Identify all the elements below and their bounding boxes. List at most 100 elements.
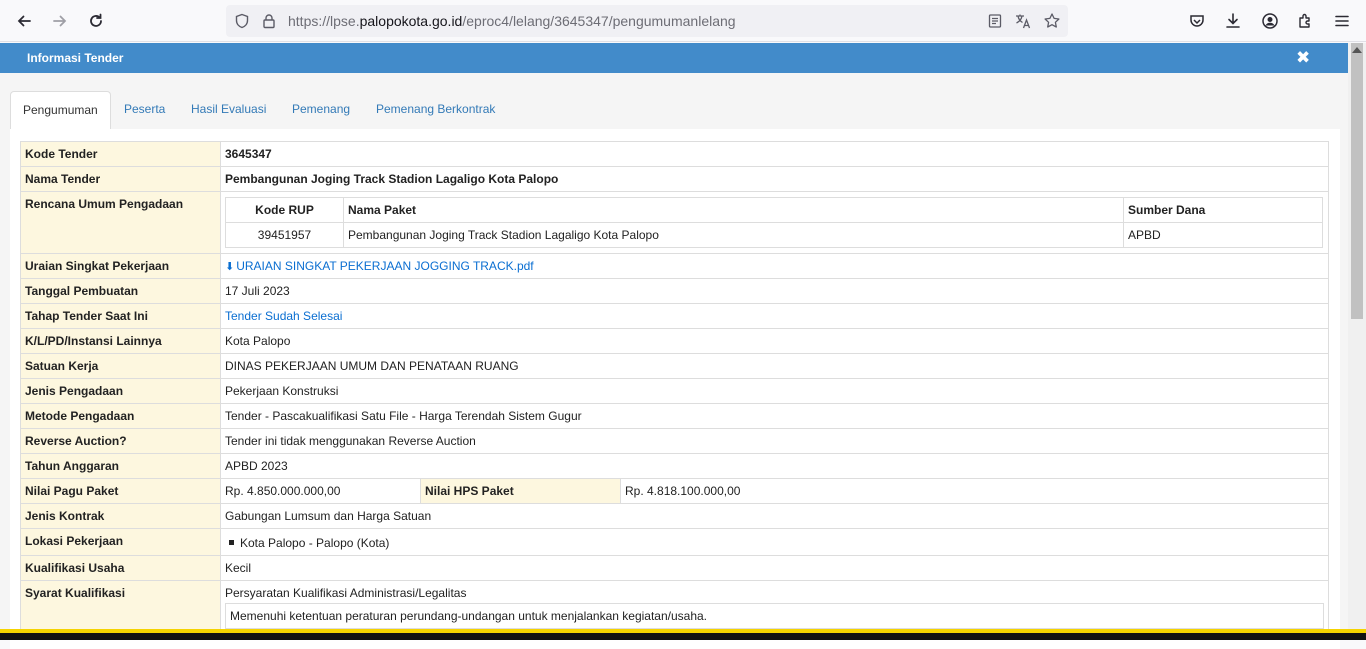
- table-row: Metode Pengadaan Tender - Pascakualifika…: [20, 403, 1329, 429]
- rup-label: Rencana Umum Pengadaan: [20, 191, 221, 254]
- scroll-up-arrow-icon[interactable]: [1352, 47, 1362, 53]
- table-row: Tahun Anggaran APBD 2023: [20, 453, 1329, 479]
- kode-tender-value: 3645347: [220, 141, 1329, 167]
- account-icon[interactable]: [1256, 7, 1284, 35]
- pocket-icon[interactable]: [1183, 7, 1211, 35]
- bottom-bar: [0, 629, 1366, 640]
- nama-tender-label: Nama Tender: [20, 166, 221, 192]
- table-row: Syarat Kualifikasi Persyaratan Kualifika…: [20, 580, 1329, 635]
- tab-pemenang[interactable]: Pemenang: [280, 91, 362, 130]
- reader-view-icon[interactable]: [984, 10, 1006, 32]
- table-row: Kualifikasi Usaha Kecil: [20, 555, 1329, 581]
- satker-label: Satuan Kerja: [20, 353, 221, 379]
- forward-arrow-icon[interactable]: [46, 7, 74, 35]
- tanggal-label: Tanggal Pembuatan: [20, 278, 221, 304]
- table-row: Satuan Kerja DINAS PEKERJAAN UMUM DAN PE…: [20, 353, 1329, 379]
- rup-cell: Kode RUP Nama Paket Sumber Dana 39451957…: [220, 191, 1329, 254]
- download-icon: ⬇: [225, 260, 235, 273]
- uraian-cell: ⬇ URAIAN SINGKAT PEKERJAAN JOGGING TRACK.…: [220, 253, 1329, 279]
- rup-sumber-value: APBD: [1123, 222, 1323, 248]
- table-row: Kode Tender 3645347: [20, 141, 1329, 167]
- downloads-icon[interactable]: [1219, 7, 1247, 35]
- nama-tender-value: Pembangunan Joging Track Stadion Lagalig…: [220, 166, 1329, 192]
- table-row: K/L/PD/Instansi Lainnya Kota Palopo: [20, 328, 1329, 354]
- tab-pemenang-berkontrak[interactable]: Pemenang Berkontrak: [364, 91, 507, 130]
- table-row: Jenis Kontrak Gabungan Lumsum dan Harga …: [20, 503, 1329, 529]
- modal-title: Informasi Tender: [27, 51, 124, 65]
- tab-pengumuman[interactable]: Pengumuman: [10, 91, 111, 130]
- syarat-heading: Persyaratan Kualifikasi Administrasi/Leg…: [225, 586, 467, 600]
- rup-nama-value: Pembangunan Joging Track Stadion Lagalig…: [343, 222, 1124, 248]
- table-row: Uraian Singkat Pekerjaan ⬇ URAIAN SINGKAT…: [20, 253, 1329, 279]
- table-row: Tanggal Pembuatan 17 Juli 2023: [20, 278, 1329, 304]
- lock-icon[interactable]: [258, 10, 280, 32]
- hps-value: Rp. 4.818.100.000,00: [620, 478, 1329, 504]
- syarat-cell: Persyaratan Kualifikasi Administrasi/Leg…: [220, 580, 1329, 635]
- syarat-item: Memenuhi ketentuan peraturan perundang-u…: [225, 603, 1324, 629]
- url-bar[interactable]: https://lpse.palopokota.go.id/eproc4/lel…: [226, 5, 1068, 37]
- url-text[interactable]: https://lpse.palopokota.go.id/eproc4/lel…: [288, 13, 736, 29]
- table-row: Rencana Umum Pengadaan Kode RUP Nama Pak…: [20, 191, 1329, 254]
- reverse-value: Tender ini tidak menggunakan Reverse Auc…: [220, 428, 1329, 454]
- tender-info-table: Kode Tender 3645347 Nama Tender Pembangu…: [20, 141, 1329, 635]
- jenis-pengadaan-label: Jenis Pengadaan: [20, 378, 221, 404]
- scrollbar[interactable]: [1348, 43, 1366, 633]
- reverse-label: Reverse Auction?: [20, 428, 221, 454]
- tahun-label: Tahun Anggaran: [20, 453, 221, 479]
- pagu-value: Rp. 4.850.000.000,00: [220, 478, 421, 504]
- kualifikasi-value: Kecil: [220, 555, 1329, 581]
- table-row: Nilai Pagu Paket Rp. 4.850.000.000,00 Ni…: [20, 478, 1329, 504]
- rup-header-nama: Nama Paket: [343, 197, 1124, 223]
- tahun-value: APBD 2023: [220, 453, 1329, 479]
- rup-header-sumber: Sumber Dana: [1123, 197, 1323, 223]
- pagu-label: Nilai Pagu Paket: [20, 478, 221, 504]
- klpd-value: Kota Palopo: [220, 328, 1329, 354]
- tahap-label: Tahap Tender Saat Ini: [20, 303, 221, 329]
- metode-value: Tender - Pascakualifikasi Satu File - Ha…: [220, 403, 1329, 429]
- kode-tender-label: Kode Tender: [20, 141, 221, 167]
- table-row: Nama Tender Pembangunan Joging Track Sta…: [20, 166, 1329, 192]
- jenis-pengadaan-value: Pekerjaan Konstruksi: [220, 378, 1329, 404]
- close-icon[interactable]: ✖: [1296, 48, 1310, 68]
- bookmark-star-icon[interactable]: [1041, 10, 1063, 32]
- translate-icon[interactable]: [1012, 10, 1034, 32]
- menu-icon[interactable]: [1328, 7, 1356, 35]
- lokasi-value: Kota Palopo - Palopo (Kota): [240, 536, 390, 550]
- kualifikasi-label: Kualifikasi Usaha: [20, 555, 221, 581]
- tab-hasil-evaluasi[interactable]: Hasil Evaluasi: [179, 91, 278, 130]
- metode-label: Metode Pengadaan: [20, 403, 221, 429]
- uraian-download-link[interactable]: ⬇ URAIAN SINGKAT PEKERJAAN JOGGING TRACK.…: [225, 259, 534, 273]
- table-row: Kode RUP Nama Paket Sumber Dana: [225, 197, 1323, 223]
- kontrak-value: Gabungan Lumsum dan Harga Satuan: [220, 503, 1329, 529]
- browser-toolbar: https://lpse.palopokota.go.id/eproc4/lel…: [0, 0, 1366, 42]
- tab-peserta[interactable]: Peserta: [112, 91, 177, 130]
- table-row: Reverse Auction? Tender ini tidak menggu…: [20, 428, 1329, 454]
- bullet-icon: [229, 540, 234, 546]
- tahap-link[interactable]: Tender Sudah Selesai: [225, 309, 342, 323]
- klpd-label: K/L/PD/Instansi Lainnya: [20, 328, 221, 354]
- lokasi-label: Lokasi Pekerjaan: [20, 528, 221, 556]
- satker-value: DINAS PEKERJAAN UMUM DAN PENATAAN RUANG: [220, 353, 1329, 379]
- shield-icon[interactable]: [231, 10, 253, 32]
- tahap-cell: Tender Sudah Selesai: [220, 303, 1329, 329]
- syarat-label: Syarat Kualifikasi: [20, 580, 221, 635]
- extensions-icon[interactable]: [1292, 7, 1320, 35]
- tab-content: Kode Tender 3645347 Nama Tender Pembangu…: [10, 129, 1340, 649]
- table-row: 39451957 Pembangunan Joging Track Stadio…: [225, 222, 1323, 248]
- table-row: Lokasi Pekerjaan Kota Palopo - Palopo (K…: [20, 528, 1329, 556]
- modal-body: Pengumuman Peserta Hasil Evaluasi Pemena…: [0, 73, 1348, 649]
- table-row: Tahap Tender Saat Ini Tender Sudah Seles…: [20, 303, 1329, 329]
- back-arrow-icon[interactable]: [10, 7, 38, 35]
- rup-header-kode: Kode RUP: [225, 197, 344, 223]
- rup-table: Kode RUP Nama Paket Sumber Dana 39451957…: [225, 197, 1323, 248]
- rup-kode-value: 39451957: [225, 222, 344, 248]
- hps-label: Nilai HPS Paket: [420, 478, 621, 504]
- modal-header: Informasi Tender ✖: [0, 43, 1348, 73]
- reload-icon[interactable]: [82, 7, 110, 35]
- scrollbar-thumb[interactable]: [1351, 43, 1363, 319]
- tanggal-value: 17 Juli 2023: [220, 278, 1329, 304]
- lokasi-cell: Kota Palopo - Palopo (Kota): [220, 528, 1329, 556]
- kontrak-label: Jenis Kontrak: [20, 503, 221, 529]
- uraian-label: Uraian Singkat Pekerjaan: [20, 253, 221, 279]
- table-row: Jenis Pengadaan Pekerjaan Konstruksi: [20, 378, 1329, 404]
